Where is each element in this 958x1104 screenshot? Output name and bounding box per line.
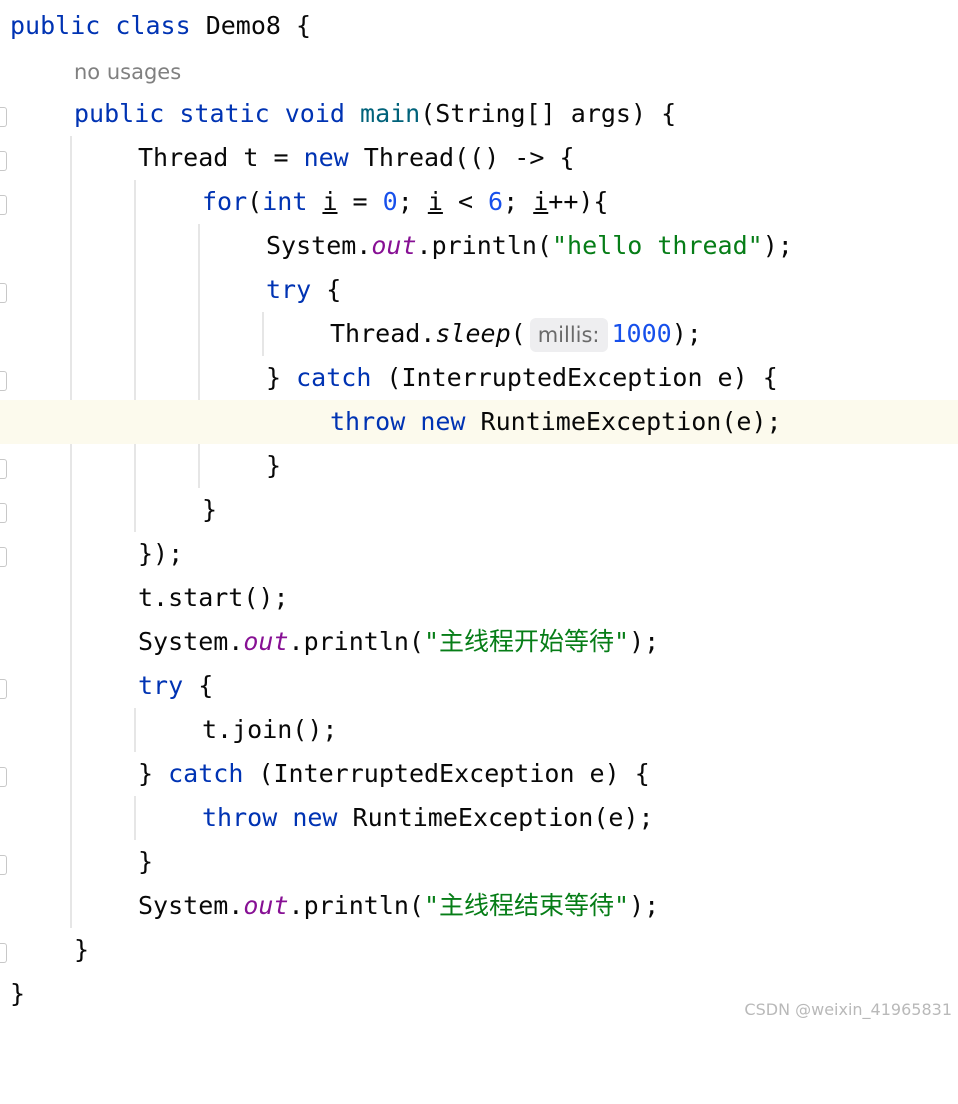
variable: i [533, 187, 549, 216]
code-line-current[interactable]: throw new RuntimeException(e); [0, 400, 958, 444]
keyword: new [420, 407, 466, 436]
code-line[interactable]: t.join(); [0, 708, 958, 752]
code-line[interactable]: System.out.println("hello thread"); [0, 224, 958, 268]
keyword: new [303, 143, 349, 172]
code-text: ( [510, 319, 526, 348]
code-line[interactable]: throw new RuntimeException(e); [0, 796, 958, 840]
code-text: } [138, 759, 169, 788]
code-text: RuntimeException(e); [337, 803, 654, 832]
code-line[interactable]: for(int i = 0; i < 6; i++){ [0, 180, 958, 224]
brace: { [296, 11, 312, 40]
number-literal: 6 [488, 187, 504, 216]
keyword: for [202, 187, 248, 216]
code-text: } [266, 451, 282, 480]
code-text: ); [629, 891, 660, 920]
keyword: public [74, 99, 165, 128]
keyword: catch [168, 759, 244, 788]
code-text: Thread. [330, 319, 436, 348]
code-line[interactable]: System.out.println("主线程开始等待"); [0, 620, 958, 664]
code-text: { [183, 671, 214, 700]
variable: i [322, 187, 338, 216]
code-line[interactable]: } [0, 444, 958, 488]
code-text: System. [138, 891, 244, 920]
code-line[interactable]: try { [0, 664, 958, 708]
variable: i [427, 187, 443, 216]
keyword: try [138, 671, 184, 700]
code-text: (InterruptedException e) { [243, 759, 650, 788]
keyword: throw [202, 803, 278, 832]
string-literal: "主线程结束等待" [423, 891, 630, 920]
keyword: try [266, 275, 312, 304]
code-text: } [138, 847, 154, 876]
code-text: (InterruptedException e) { [371, 363, 778, 392]
class-name: Demo8 [205, 11, 281, 40]
code-text: ); [629, 627, 660, 656]
keyword: static [179, 99, 270, 128]
static-field: out [371, 231, 417, 260]
code-text: RuntimeException(e); [465, 407, 782, 436]
code-text: (String[] args) { [420, 99, 677, 128]
code-text: .println( [416, 231, 552, 260]
parameter-hint: millis: [529, 318, 608, 352]
code-text: ; [503, 187, 534, 216]
code-text: ); [762, 231, 793, 260]
code-line[interactable]: public class Demo8 { [0, 4, 958, 48]
code-text: ; [397, 187, 428, 216]
code-editor[interactable]: public class Demo8 { no usages public st… [0, 0, 958, 1025]
static-field: out [243, 891, 289, 920]
code-text: } [266, 363, 297, 392]
number-literal: 1000 [611, 319, 672, 348]
keyword: catch [296, 363, 372, 392]
number-literal: 0 [382, 187, 398, 216]
code-text: System. [266, 231, 372, 260]
code-text: ++){ [548, 187, 609, 216]
code-text: ( [247, 187, 263, 216]
code-line[interactable]: System.out.println("主线程结束等待"); [0, 884, 958, 928]
code-text: .println( [288, 891, 424, 920]
code-text: } [74, 935, 90, 964]
static-method: sleep [435, 319, 511, 348]
keyword: void [284, 99, 345, 128]
usages-hint[interactable]: no usages [74, 50, 181, 94]
code-text: t.start(); [138, 583, 289, 612]
code-line[interactable]: } [0, 840, 958, 884]
code-line[interactable]: t.start(); [0, 576, 958, 620]
code-line[interactable]: }); [0, 532, 958, 576]
code-line[interactable]: try { [0, 268, 958, 312]
method-name: main [360, 99, 421, 128]
static-field: out [243, 627, 289, 656]
code-text: ); [671, 319, 702, 348]
code-line[interactable]: } [0, 928, 958, 972]
code-text: .println( [288, 627, 424, 656]
code-text: = [337, 187, 383, 216]
code-text: Thread t = [138, 143, 304, 172]
code-line[interactable]: Thread t = new Thread(() -> { [0, 136, 958, 180]
code-text: < [442, 187, 489, 216]
keyword: int [262, 187, 308, 216]
string-literal: "hello thread" [551, 231, 763, 260]
keyword: class [115, 11, 191, 40]
keyword: new [292, 803, 338, 832]
code-text: } [10, 979, 26, 1008]
code-text: Thread(() -> { [363, 143, 575, 172]
code-line[interactable]: } [0, 488, 958, 532]
keyword: throw [330, 407, 406, 436]
code-line[interactable]: } catch (InterruptedException e) { [0, 752, 958, 796]
code-text: System. [138, 627, 244, 656]
keyword: public [10, 11, 101, 40]
code-text: } [202, 495, 218, 524]
watermark: CSDN @weixin_41965831 [744, 1000, 952, 1019]
code-line[interactable]: public static void main(String[] args) { [0, 92, 958, 136]
code-line[interactable]: } catch (InterruptedException e) { [0, 356, 958, 400]
code-text: }); [138, 539, 184, 568]
string-literal: "主线程开始等待" [423, 627, 630, 656]
code-line[interactable]: Thread.sleep(millis: 1000); [0, 312, 958, 356]
code-text: { [311, 275, 342, 304]
code-text: t.join(); [202, 715, 338, 744]
